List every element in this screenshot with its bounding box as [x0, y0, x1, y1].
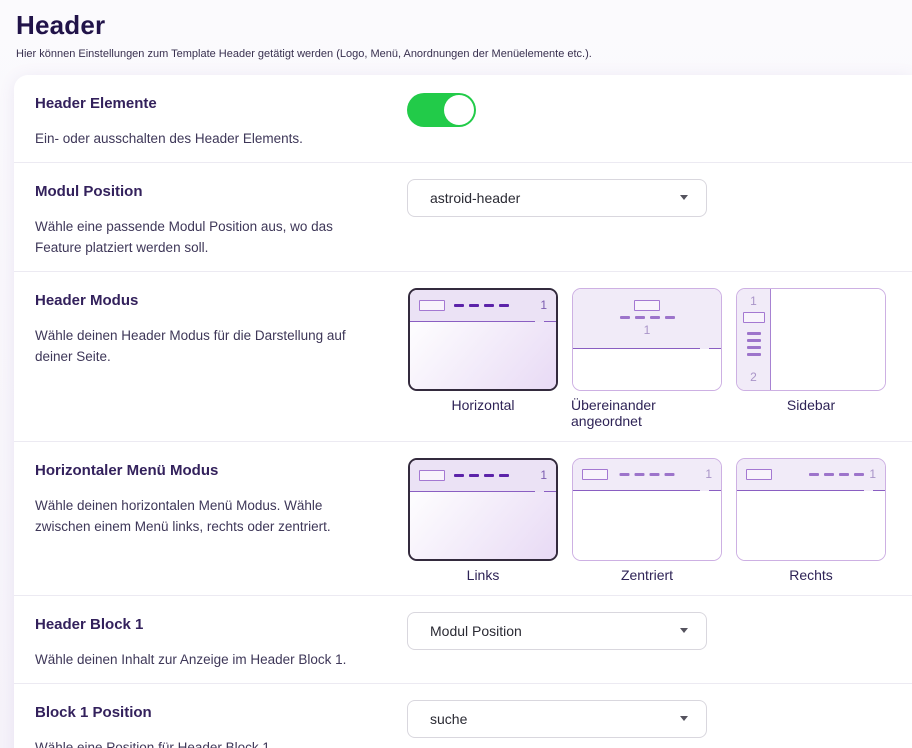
- setting-desc-modul-position: Wähle eine passende Modul Position aus, …: [35, 217, 370, 259]
- header-elements-toggle[interactable]: [407, 93, 476, 127]
- header-mode-option-horizontal[interactable]: 1 Horizontal: [407, 288, 559, 413]
- setting-desc-header-elemente: Ein- oder ausschalten des Header Element…: [35, 129, 370, 150]
- setting-info: Horizontaler Menü Modus Wähle deinen hor…: [35, 456, 407, 583]
- setting-row-modul-position: Modul Position Wähle eine passende Modul…: [14, 162, 912, 271]
- preview-content-area: [737, 491, 885, 560]
- option-label: Sidebar: [787, 397, 835, 413]
- preview-badge-1: 1: [540, 299, 547, 311]
- setting-label-modul-position: Modul Position: [35, 183, 383, 200]
- page-subtitle: Hier können Einstellungen zum Template H…: [16, 48, 896, 60]
- preview-menu-dashes: [620, 473, 675, 476]
- setting-control: astroid-header: [407, 177, 888, 259]
- preview-menu-right: 1: [736, 458, 886, 561]
- setting-desc-header-modus: Wähle deinen Header Modus für die Darste…: [35, 326, 370, 368]
- dropdown-caret-icon: [680, 628, 688, 633]
- preview-header-bar: 1: [573, 289, 721, 349]
- preview-logo: [743, 312, 765, 323]
- preview-content-area: [410, 492, 556, 559]
- preview-logo: [746, 469, 772, 480]
- setting-label-header-elemente: Header Elemente: [35, 95, 383, 112]
- preview-badge-1: 1: [644, 324, 651, 336]
- preview-header-bar: 1: [737, 459, 885, 491]
- setting-info: Header Elemente Ein- oder ausschalten de…: [35, 89, 407, 150]
- setting-control: [407, 89, 888, 150]
- menu-mode-option-links[interactable]: 1 Links: [407, 458, 559, 583]
- header-block-1-select-value: Modul Position: [430, 623, 522, 639]
- preview-menu-dashes: [620, 316, 675, 319]
- block-1-position-select[interactable]: suche: [407, 700, 707, 738]
- modul-position-select-value: astroid-header: [430, 190, 520, 206]
- setting-desc-menu-modus: Wähle deinen horizontalen Menü Modus. Wä…: [35, 496, 370, 538]
- page-header: Header Hier können Einstellungen zum Tem…: [0, 0, 912, 60]
- option-label: Horizontal: [451, 397, 514, 413]
- preview-stacked: 1: [572, 288, 722, 391]
- toggle-knob: [444, 95, 474, 125]
- preview-badge-1: 1: [705, 468, 712, 480]
- preview-sidebar: 1 2: [736, 288, 886, 391]
- header-mode-options: 1 Horizontal 1: [407, 288, 888, 429]
- header-mode-option-sidebar[interactable]: 1 2 Sidebar: [735, 288, 887, 413]
- setting-label-menu-modus: Horizontaler Menü Modus: [35, 462, 383, 479]
- setting-row-header-block-1: Header Block 1 Wähle deinen Inhalt zur A…: [14, 595, 912, 683]
- preview-menu-dashes: [809, 473, 864, 476]
- preview-header-bar: 1: [410, 290, 556, 322]
- preview-logo: [419, 470, 445, 481]
- setting-info: Modul Position Wähle eine passende Modul…: [35, 177, 407, 259]
- preview-header-bar: 1: [410, 460, 556, 492]
- preview-menu-dashes: [747, 332, 761, 356]
- page-title: Header: [16, 10, 896, 41]
- header-mode-option-stacked[interactable]: 1 Übereinander angeordnet: [571, 288, 723, 429]
- preview-horizontal: 1: [408, 288, 558, 391]
- preview-badge-2: 2: [750, 371, 757, 383]
- header-block-1-select[interactable]: Modul Position: [407, 612, 707, 650]
- dropdown-caret-icon: [680, 716, 688, 721]
- menu-mode-option-zentriert[interactable]: 1 Zentriert: [571, 458, 723, 583]
- preview-logo: [419, 300, 445, 311]
- setting-label-block-1-position: Block 1 Position: [35, 704, 383, 721]
- menu-mode-option-rechts[interactable]: 1 Rechts: [735, 458, 887, 583]
- modul-position-select[interactable]: astroid-header: [407, 179, 707, 217]
- block-1-position-select-value: suche: [430, 711, 467, 727]
- preview-menu-dashes: [454, 474, 509, 477]
- setting-desc-block-1-position: Wähle eine Position für Header Block 1.: [35, 738, 370, 748]
- setting-label-header-block-1: Header Block 1: [35, 616, 383, 633]
- setting-row-menu-modus: Horizontaler Menü Modus Wähle deinen hor…: [14, 441, 912, 595]
- preview-logo: [582, 469, 608, 480]
- setting-row-header-elemente: Header Elemente Ein- oder ausschalten de…: [14, 75, 912, 162]
- preview-content-area: [771, 289, 885, 390]
- preview-logo: [634, 300, 660, 311]
- preview-content-area: [410, 322, 556, 389]
- preview-badge-1: 1: [869, 468, 876, 480]
- preview-header-bar: 1: [573, 459, 721, 491]
- option-label: Zentriert: [621, 567, 673, 583]
- setting-control: 1 Horizontal 1: [407, 286, 888, 429]
- dropdown-caret-icon: [680, 195, 688, 200]
- setting-info: Block 1 Position Wähle eine Position für…: [35, 698, 407, 748]
- setting-row-header-modus: Header Modus Wähle deinen Header Modus f…: [14, 271, 912, 441]
- setting-desc-header-block-1: Wähle deinen Inhalt zur Anzeige im Heade…: [35, 650, 370, 671]
- preview-menu-center: 1: [572, 458, 722, 561]
- preview-sidebar-strip: 1 2: [737, 289, 771, 390]
- preview-badge-1: 1: [750, 295, 757, 307]
- preview-content-area: [573, 491, 721, 560]
- setting-row-block-1-position: Block 1 Position Wähle eine Position für…: [14, 683, 912, 748]
- preview-menu-dashes: [454, 304, 509, 307]
- setting-control: Modul Position: [407, 610, 888, 671]
- settings-card: Header Elemente Ein- oder ausschalten de…: [14, 75, 912, 748]
- option-label: Links: [467, 567, 500, 583]
- setting-control: suche: [407, 698, 888, 748]
- menu-mode-options: 1 Links 1: [407, 458, 888, 583]
- setting-info: Header Block 1 Wähle deinen Inhalt zur A…: [35, 610, 407, 671]
- setting-label-header-modus: Header Modus: [35, 292, 383, 309]
- option-label: Rechts: [789, 567, 833, 583]
- preview-badge-1: 1: [540, 469, 547, 481]
- preview-content-area: [573, 349, 721, 390]
- option-label: Übereinander angeordnet: [571, 397, 723, 429]
- setting-control: 1 Links 1: [407, 456, 888, 583]
- setting-info: Header Modus Wähle deinen Header Modus f…: [35, 286, 407, 429]
- preview-menu-left: 1: [408, 458, 558, 561]
